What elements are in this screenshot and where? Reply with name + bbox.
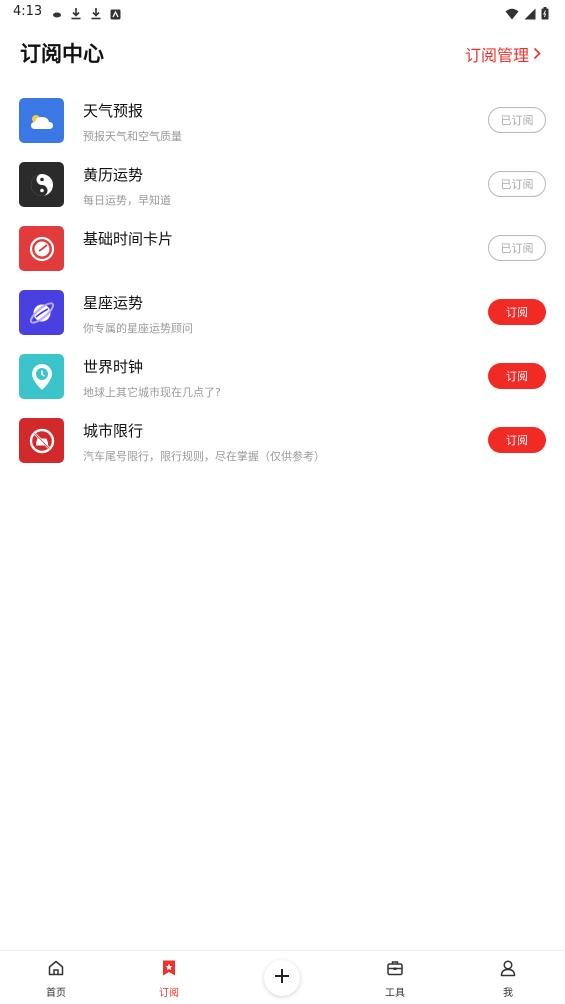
subscription-list: 天气预报 预报天气和空气质量 已订阅 黄历运势 每日运势，早知道 已订阅 基础时… [0,88,565,472]
nav-item-subscribe[interactable]: 订阅 [139,959,199,999]
subscription-description: 你专属的星座运势顾问 [83,322,193,335]
list-item[interactable]: 基础时间卡片 已订阅 [0,216,565,280]
toolbox-icon [386,959,404,981]
subscription-description: 地球上其它城市现在几点了? [83,386,221,399]
yin-yang-icon [19,162,64,207]
status-bar: 4:13 [0,0,565,24]
status-notification-icons [52,5,121,24]
subscribe-button[interactable]: 订阅 [488,299,546,325]
subscribe-button[interactable]: 订阅 [488,363,546,389]
nav-item-me[interactable]: 我 [478,959,538,999]
signal-icon [524,5,536,24]
subscription-description: 汽车尾号限行，限行规则，尽在掌握（仅供参考） [83,450,325,463]
subscription-title: 天气预报 [83,102,144,120]
subscription-title: 黄历运势 [83,166,144,184]
nav-item-home[interactable]: 首页 [26,959,86,999]
battery-icon [541,5,549,24]
subscription-title: 世界时钟 [83,358,144,376]
subscription-manage-label: 订阅管理 [464,46,529,65]
list-item[interactable]: 城市限行 汽车尾号限行，限行规则，尽在掌握（仅供参考） 订阅 [0,408,565,472]
bottom-nav: 首页 订阅 工具 我 [0,950,565,1004]
location-clock-icon [19,354,64,399]
clock-icon [19,226,64,271]
user-icon [499,959,517,981]
subscription-title: 基础时间卡片 [83,230,174,248]
app-notification-icon [110,5,121,24]
subscribed-button[interactable]: 已订阅 [488,107,546,133]
nav-label-me: 我 [503,988,513,999]
wifi-icon [505,5,519,24]
list-item[interactable]: 天气预报 预报天气和空气质量 已订阅 [0,88,565,152]
page-title: 订阅中心 [20,42,104,66]
no-car-icon [19,418,64,463]
chevron-right-icon [533,45,541,64]
subscription-title: 城市限行 [83,422,144,440]
nav-label-subscribe: 订阅 [159,988,179,999]
download-icon [90,5,102,24]
subscription-title: 星座运势 [83,294,144,312]
list-item[interactable]: 星座运势 你专属的星座运势顾问 订阅 [0,280,565,344]
nav-label-home: 首页 [46,988,66,999]
page: 4:13 订阅中心 订阅管理 天气预报 预报天气和空气质量 已订阅 黄历运势 每… [0,0,565,1004]
notification-dot-icon [52,5,62,24]
list-item[interactable]: 黄历运势 每日运势，早知道 已订阅 [0,152,565,216]
bookmark-star-icon [160,959,178,981]
nav-label-tools: 工具 [385,988,405,999]
nav-item-tools[interactable]: 工具 [365,959,425,999]
planet-icon [19,290,64,335]
subscription-description: 每日运势，早知道 [83,194,171,207]
subscription-description: 预报天气和空气质量 [83,130,182,143]
status-system-icons [505,5,549,24]
status-time: 4:13 [13,4,43,19]
subscribe-button[interactable]: 订阅 [488,427,546,453]
subscribed-button[interactable]: 已订阅 [488,171,546,197]
subscription-manage-link[interactable]: 订阅管理 [465,42,541,66]
home-icon [47,959,65,981]
add-button[interactable] [264,960,300,996]
plus-icon [274,968,290,988]
subscribed-button[interactable]: 已订阅 [488,235,546,261]
weather-icon [19,98,64,143]
download-icon [70,5,82,24]
list-item[interactable]: 世界时钟 地球上其它城市现在几点了? 订阅 [0,344,565,408]
